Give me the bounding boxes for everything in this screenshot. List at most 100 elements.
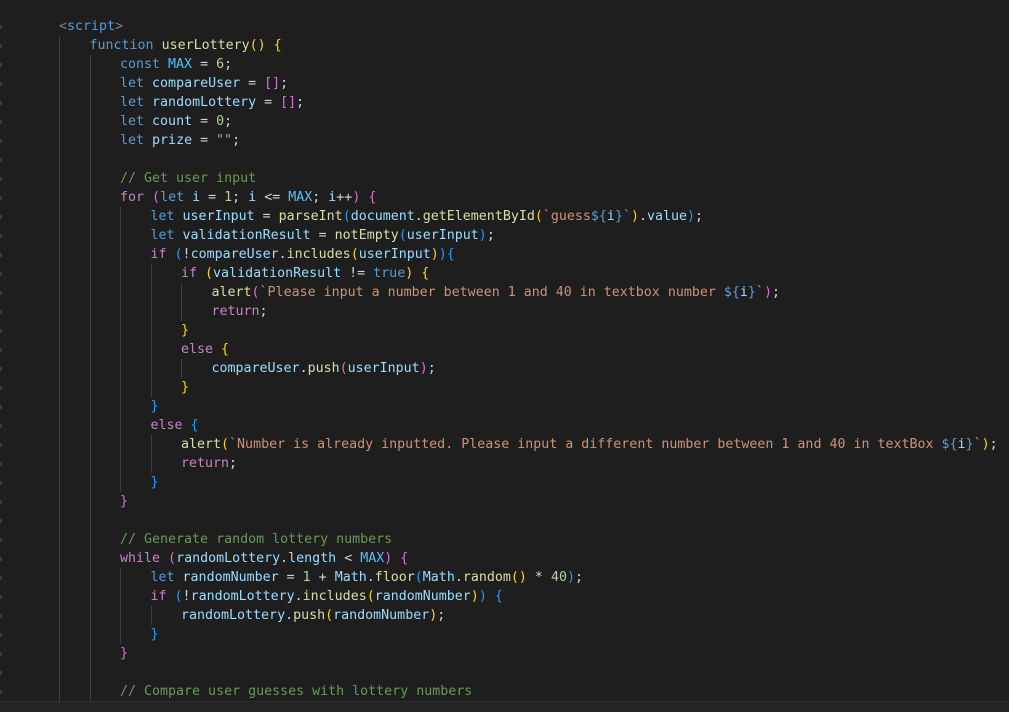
indent-guide	[59, 283, 60, 302]
code-token: randomLottery	[190, 589, 295, 604]
code-token: getElementById	[422, 209, 535, 224]
code-line[interactable]: let prize = "";	[0, 131, 1009, 150]
code-line[interactable]: }	[0, 321, 1009, 340]
code-token: while	[120, 551, 161, 566]
code-token: .	[278, 247, 287, 262]
indent-guide	[150, 340, 152, 359]
indent-guide	[120, 321, 121, 340]
indent-guide	[150, 378, 152, 397]
code-token: }	[181, 380, 190, 395]
code-line[interactable]: for (let i = 1; i <= MAX; i++) {	[0, 188, 1009, 207]
code-token: alert	[211, 285, 252, 300]
indent-guide	[120, 587, 121, 606]
code-line[interactable]: }	[0, 644, 1009, 663]
code-line[interactable]: compareUser.push(userInput);	[0, 359, 1009, 378]
code-area[interactable]: <script> function userLottery() {const MA…	[0, 17, 1009, 701]
indent-guide	[120, 283, 121, 302]
indent-guide	[181, 283, 182, 302]
indent-guide	[89, 473, 91, 492]
code-token: (	[366, 589, 375, 604]
code-token: }	[747, 285, 756, 300]
code-line[interactable]: }	[0, 625, 1009, 644]
code-line[interactable]: }	[0, 473, 1009, 492]
code-token: }	[614, 209, 623, 224]
code-line[interactable]: randomLottery.push(randomNumber);	[0, 606, 1009, 625]
indent-guide	[89, 416, 91, 435]
code-token: validationResult	[182, 228, 311, 243]
code-line-content: let compareUser = [];	[120, 74, 288, 93]
code-token: )	[478, 589, 487, 604]
code-line[interactable]: // Generate random lottery numbers	[0, 530, 1009, 549]
code-line[interactable]: else {	[0, 416, 1009, 435]
code-token: i	[606, 209, 615, 224]
code-token: ;	[224, 57, 233, 72]
code-token: userInput	[358, 247, 431, 262]
code-token: random	[462, 570, 511, 585]
code-line[interactable]: function userLottery() {	[0, 36, 1009, 55]
code-line[interactable]: return;	[0, 302, 1009, 321]
code-line-content: randomLottery.push(randomNumber);	[181, 606, 445, 625]
code-line[interactable]: let userInput = parseInt(document.getEle…	[0, 207, 1009, 226]
code-token: userInput	[347, 361, 420, 376]
code-token: )	[763, 285, 772, 300]
code-line[interactable]: }	[0, 492, 1009, 511]
code-line[interactable]: let randomLottery = [];	[0, 93, 1009, 112]
code-token: ;	[296, 95, 305, 110]
code-line[interactable]	[0, 663, 1009, 682]
horizontal-scrollbar[interactable]	[0, 701, 1009, 712]
indent-guide	[59, 378, 60, 397]
code-line[interactable]	[0, 511, 1009, 530]
indent-guide	[89, 93, 91, 112]
code-line[interactable]: else {	[0, 340, 1009, 359]
code-line-content: }	[151, 397, 159, 416]
indent-guide	[89, 302, 91, 321]
code-line[interactable]: // Compare user guesses with lottery num…	[0, 682, 1009, 701]
code-token: !=	[341, 266, 374, 281]
code-line[interactable]: alert(`Please input a number between 1 a…	[0, 283, 1009, 302]
code-token: randomLottery	[181, 608, 286, 623]
code-line[interactable]: let compareUser = [];	[0, 74, 1009, 93]
indent-guide	[59, 492, 60, 511]
code-line[interactable]: return;	[0, 454, 1009, 473]
code-token: []	[264, 76, 281, 91]
code-line-content: let randomNumber = 1 + Math.floor(Math.r…	[151, 568, 583, 587]
indent-guide	[120, 207, 121, 226]
code-line[interactable]	[0, 150, 1009, 169]
code-token: `guess	[542, 209, 591, 224]
code-line[interactable]: if (!compareUser.includes(userInput)){	[0, 245, 1009, 264]
code-line[interactable]: alert(`Number is already inputted. Pleas…	[0, 435, 1009, 454]
code-token: let	[150, 570, 175, 585]
indent-guide	[59, 321, 60, 340]
code-line[interactable]: }	[0, 397, 1009, 416]
code-line[interactable]: let count = 0;	[0, 112, 1009, 131]
indent-guide	[120, 264, 121, 283]
code-line[interactable]: // Get user input	[0, 169, 1009, 188]
code-line-content: let count = 0;	[120, 112, 232, 131]
code-line[interactable]: <script>	[0, 17, 1009, 36]
code-line[interactable]: if (validationResult != true) {	[0, 264, 1009, 283]
code-token: let	[150, 228, 175, 243]
code-line[interactable]: }	[0, 378, 1009, 397]
code-editor[interactable]: <script> function userLottery() {const MA…	[0, 0, 1009, 712]
code-token: // Get user input	[120, 171, 257, 186]
code-line[interactable]: let randomNumber = 1 + Math.floor(Math.r…	[0, 568, 1009, 587]
indent-guide	[59, 587, 60, 606]
indent-guide	[59, 625, 60, 644]
code-line[interactable]: const MAX = 6;	[0, 55, 1009, 74]
code-token: push	[293, 608, 326, 623]
code-token: ()	[510, 570, 527, 585]
code-line[interactable]: let validationResult = notEmpty(userInpu…	[0, 226, 1009, 245]
code-token: i	[192, 190, 201, 205]
code-token: )	[630, 209, 639, 224]
indent-guide	[120, 340, 121, 359]
code-line[interactable]: if (!randomLottery.includes(randomNumber…	[0, 587, 1009, 606]
code-line[interactable]: while (randomLottery.length < MAX) {	[0, 549, 1009, 568]
code-token: Math	[422, 570, 455, 585]
indent-guide	[150, 302, 152, 321]
code-line-content: function userLottery() {	[90, 36, 282, 55]
